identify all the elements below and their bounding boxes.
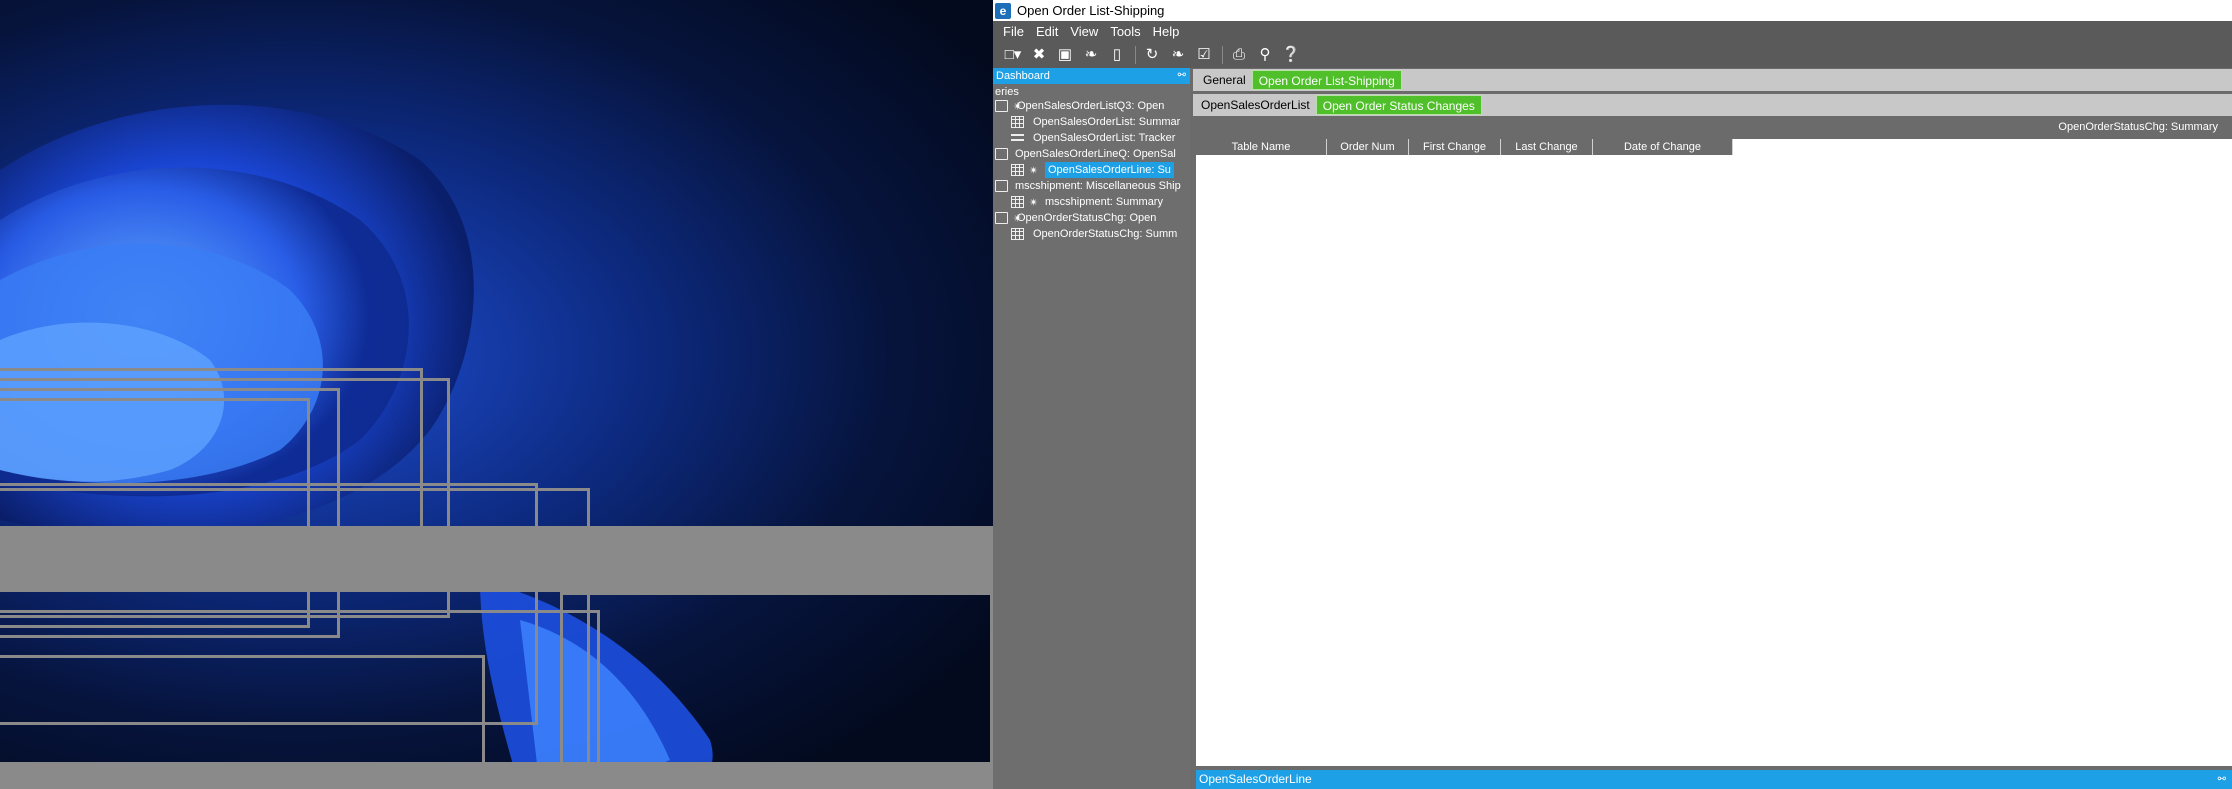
tree-item-label: mscshipment: Summary (1045, 196, 1163, 208)
tab-general[interactable]: General (1197, 70, 1252, 90)
ghost-window-titlebar (0, 526, 993, 592)
data-grid[interactable]: Table Name Order Num First Change Last C… (1196, 139, 2232, 766)
tree-item-label: mscshipment: Miscellaneous Ship (1015, 180, 1181, 192)
main-content: General Open Order List-Shipping OpenSal… (1193, 68, 2232, 789)
tree-item-label: OpenSalesOrderLine: Su (1045, 162, 1174, 178)
pin-icon[interactable]: ⚯ (2218, 770, 2226, 789)
menu-view[interactable]: View (1064, 24, 1104, 39)
tree-item[interactable]: OpenSalesOrderLineQ: OpenSal (993, 146, 1190, 162)
tree-item[interactable]: OpenSalesOrderList: Summar (993, 114, 1190, 130)
satellite-icon: ✴ (1029, 165, 1039, 177)
tree-root-label[interactable]: eries (993, 86, 1190, 98)
satellite-icon: ✴ (1029, 197, 1039, 209)
help-icon[interactable]: ❔ (1281, 45, 1301, 65)
tree-item[interactable]: ✴ mscshipment: Summary (993, 194, 1190, 210)
query-icon (995, 100, 1008, 112)
app-logo-icon: e (995, 2, 1011, 19)
ghost-window-statusbar (0, 762, 993, 789)
menu-file[interactable]: File (997, 24, 1030, 39)
grid-icon (1011, 228, 1024, 240)
tree-item-label: OpenOrderStatusChg: Open (1017, 212, 1157, 224)
tree-item[interactable]: OpenOrderStatusChg: Summ (993, 226, 1190, 242)
tree-item[interactable]: mscshipment: Miscellaneous Ship (993, 178, 1190, 194)
tracker-icon (1011, 132, 1024, 144)
title-bar: e Open Order List-Shipping (993, 0, 2232, 21)
tree-item[interactable]: ✴ OpenSalesOrderLine: Su (993, 162, 1190, 178)
tree-panel-header: Dashboard ⚯ (993, 68, 1190, 84)
tree-item[interactable]: ✴ OpenSalesOrderListQ3: Open (993, 98, 1190, 114)
menu-edit[interactable]: Edit (1030, 24, 1064, 39)
toolbar: □▾ ✖ ▣ ❧ ▯ ↻ ❧ ☑ ⎙ ⚲ ❔ (993, 42, 2232, 68)
tree-item-label: OpenOrderStatusChg: Summ (1033, 228, 1178, 240)
grid-icon (1011, 116, 1024, 128)
status-bar-label: OpenSalesOrderLine (1199, 772, 1312, 786)
tree-panel: Dashboard ⚯ eries ✴ OpenSalesOrderListQ3:… (993, 68, 1190, 789)
tab-opensalesorderlist[interactable]: OpenSalesOrderList (1195, 95, 1316, 115)
desktop-wallpaper (0, 0, 993, 789)
column-header-table-name[interactable]: Table Name (1196, 139, 1327, 155)
menu-bar: File Edit View Tools Help (993, 21, 2232, 42)
delete-icon[interactable]: ✖ (1029, 45, 1049, 65)
attach-icon[interactable]: ▯ (1107, 45, 1127, 65)
tree-item[interactable]: ✴ OpenOrderStatusChg: Open (993, 210, 1190, 226)
broom-icon[interactable]: ❧ (1168, 45, 1188, 65)
column-header-date-of-change[interactable]: Date of Change (1593, 139, 1733, 155)
tree-item-label: OpenSalesOrderList: Summar (1033, 116, 1181, 128)
sub-tab-strip: OpenSalesOrderList Open Order Status Cha… (1193, 94, 2232, 116)
grid-icon (1011, 164, 1024, 176)
column-header-last-change[interactable]: Last Change (1501, 139, 1593, 155)
status-bar: OpenSalesOrderLine ⚯ (1196, 770, 2232, 789)
column-header-order-num[interactable]: Order Num (1327, 139, 1409, 155)
tab-open-order-list-shipping[interactable]: Open Order List-Shipping (1251, 70, 1402, 90)
query-icon (995, 180, 1008, 192)
app-window: e Open Order List-Shipping File Edit Vie… (993, 0, 2232, 789)
new-icon[interactable]: □▾ (1003, 45, 1023, 65)
panel-title-bar: OpenOrderStatusChg: Summary (1193, 120, 2232, 135)
window-title: Open Order List-Shipping (1017, 3, 1165, 18)
menu-help[interactable]: Help (1147, 24, 1186, 39)
clear-icon[interactable]: ❧ (1081, 45, 1101, 65)
tree-panel-title: Dashboard (996, 70, 1050, 82)
panel-title: OpenOrderStatusChg: Summary (2058, 121, 2218, 133)
tree-item[interactable]: OpenSalesOrderList: Tracker (993, 130, 1190, 146)
query-icon (995, 148, 1008, 160)
save-icon[interactable]: ▣ (1055, 45, 1075, 65)
grid-header-row: Table Name Order Num First Change Last C… (1196, 139, 1733, 155)
query-icon (995, 212, 1008, 224)
toolbar-separator (1135, 46, 1136, 64)
tree-item-label: OpenSalesOrderListQ3: Open (1017, 100, 1165, 112)
tab-open-order-status-changes[interactable]: Open Order Status Changes (1315, 95, 1482, 115)
top-tab-strip: General Open Order List-Shipping (1193, 69, 2232, 91)
pin-icon[interactable]: ⚯ (1178, 68, 1186, 84)
column-header-first-change[interactable]: First Change (1409, 139, 1501, 155)
print-preview-icon[interactable]: ⚲ (1255, 45, 1275, 65)
grid-icon (1011, 196, 1024, 208)
refresh-icon[interactable]: ↻ (1142, 45, 1162, 65)
checklist-icon[interactable]: ☑ (1194, 45, 1214, 65)
tree-item-label: OpenSalesOrderLineQ: OpenSal (1015, 148, 1176, 160)
tree-item-label: OpenSalesOrderList: Tracker (1033, 132, 1176, 144)
toolbar-separator (1222, 46, 1223, 64)
menu-tools[interactable]: Tools (1104, 24, 1146, 39)
print-icon[interactable]: ⎙ (1229, 45, 1249, 65)
ghost-window-outline (560, 592, 993, 789)
